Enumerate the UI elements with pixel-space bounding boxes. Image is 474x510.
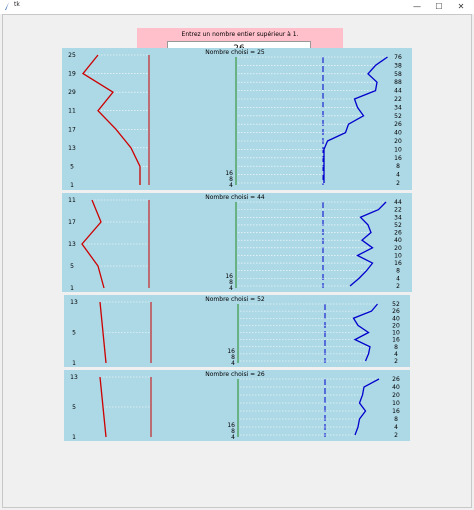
left-tick-label: 13 [68, 241, 76, 248]
right-tick-label: 38 [394, 62, 402, 69]
left-tick-label: 5 [70, 263, 74, 270]
right-tick-label: 26 [394, 121, 402, 128]
left-tick-label: 5 [70, 163, 74, 170]
right-tick-label: 40 [394, 237, 402, 244]
chart-title: Nombre choisi = 52 [205, 296, 265, 303]
chart-1-canvas: Nombre choisi = 252519291117135176385888… [68, 49, 402, 189]
right-tick-label: 34 [394, 214, 402, 221]
right-tick-label: 40 [394, 130, 402, 137]
chart-3-canvas: Nombre choisi = 521351522640201016842168… [70, 296, 400, 367]
right-tick-label: 26 [394, 230, 402, 237]
right-tick-label: 16 [394, 260, 402, 267]
right-tick-label: 4 [396, 172, 400, 179]
window-title: tk [14, 1, 20, 8]
right-tick-label: 20 [392, 322, 400, 329]
middle-tick-label: 4 [231, 360, 235, 367]
right-tick-label: 22 [394, 207, 402, 214]
chart-panel-1: Nombre choisi = 25 25 19 29 11 17 13 5 1 76 38 58 88… [62, 48, 412, 190]
right-tick-label: 2 [394, 358, 398, 365]
chart-title: Nombre choisi = 25 [205, 49, 265, 56]
right-tick-label: 40 [392, 315, 400, 322]
right-tick-label: 10 [392, 400, 400, 407]
left-tick-label: 19 [68, 71, 76, 78]
chart-2-canvas: Nombre choisi = 441117135144223452264020… [68, 194, 402, 292]
title-bar: tk — ☐ ✕ [0, 0, 474, 14]
right-tick-label: 2 [394, 432, 398, 439]
chart-title: Nombre choisi = 26 [205, 371, 265, 378]
right-tick-label: 34 [394, 104, 402, 111]
right-tick-label: 16 [394, 155, 402, 162]
left-tick-label: 25 [68, 52, 76, 59]
right-tick-label: 4 [394, 424, 398, 431]
feather-icon [5, 2, 9, 10]
right-tick-label: 10 [394, 252, 402, 259]
right-tick-label: 44 [394, 199, 402, 206]
left-tick-label: 17 [68, 126, 76, 133]
right-tick-label: 52 [394, 222, 402, 229]
left-tick-label: 11 [68, 108, 76, 115]
maximize-button[interactable]: ☐ [428, 0, 450, 14]
right-tick-label: 76 [394, 54, 402, 61]
right-tick-label: 58 [394, 71, 402, 78]
right-tick-label: 8 [394, 416, 398, 423]
middle-tick-label: 4 [229, 182, 233, 189]
right-series-line [349, 201, 387, 287]
left-tick-label: 13 [70, 299, 78, 306]
left-series-line [82, 54, 141, 185]
left-tick-label: 17 [68, 219, 76, 226]
right-series-line [354, 378, 380, 436]
left-tick-label: 11 [68, 197, 76, 204]
right-tick-label: 26 [392, 376, 400, 383]
right-tick-label: 22 [394, 96, 402, 103]
chart-panel-3: Nombre choisi = 52 13 5 1 52 26 40 20 10 16 8 4 2 16 8… [64, 295, 410, 367]
right-tick-label: 20 [394, 245, 402, 252]
middle-tick-label: 4 [231, 434, 235, 441]
right-tick-label: 2 [396, 283, 400, 290]
right-tick-label: 8 [396, 268, 400, 275]
right-tick-label: 4 [396, 275, 400, 282]
prompt-label: Entrez un nombre entier supérieur à 1. [181, 31, 299, 38]
minimize-button[interactable]: — [406, 0, 428, 14]
close-button[interactable]: ✕ [450, 0, 472, 14]
right-tick-label: 26 [392, 308, 400, 315]
chart-panel-2: Nombre choisi = 44 11 17 13 5 1 44 22 34 52 26 40 20… [62, 193, 412, 292]
chart-title: Nombre choisi = 44 [205, 194, 265, 201]
left-tick-label: 1 [70, 285, 74, 292]
right-tick-label: 2 [396, 180, 400, 187]
left-tick-label: 5 [72, 404, 76, 411]
chart-panel-4: Nombre choisi = 26 13 5 1 26 40 20 10 16 8 4 2 16 8 4 [64, 370, 410, 441]
right-tick-label: 8 [396, 163, 400, 170]
right-tick-label: 4 [394, 351, 398, 358]
left-tick-label: 5 [72, 330, 76, 337]
right-tick-label: 10 [392, 330, 400, 337]
left-tick-label: 1 [70, 182, 74, 189]
right-tick-label: 88 [394, 79, 402, 86]
left-tick-label: 13 [70, 374, 78, 381]
right-series-line [323, 56, 388, 183]
left-series-line [99, 376, 107, 438]
left-tick-label: 29 [68, 89, 76, 96]
right-tick-label: 52 [392, 301, 400, 308]
middle-tick-label: 4 [229, 285, 233, 292]
right-tick-label: 8 [394, 344, 398, 351]
right-tick-label: 20 [392, 392, 400, 399]
left-tick-label: 1 [72, 360, 76, 367]
right-tick-label: 20 [394, 138, 402, 145]
right-tick-label: 52 [394, 113, 402, 120]
left-tick-label: 1 [72, 434, 76, 441]
left-series-line [99, 301, 107, 364]
left-tick-label: 13 [68, 145, 76, 152]
right-tick-label: 44 [394, 88, 402, 95]
chart-4-canvas: Nombre choisi = 26135126402010168421684 [70, 371, 400, 441]
right-tick-label: 16 [392, 408, 400, 415]
right-tick-label: 40 [392, 384, 400, 391]
right-tick-label: 10 [394, 146, 402, 153]
right-tick-label: 16 [392, 337, 400, 344]
